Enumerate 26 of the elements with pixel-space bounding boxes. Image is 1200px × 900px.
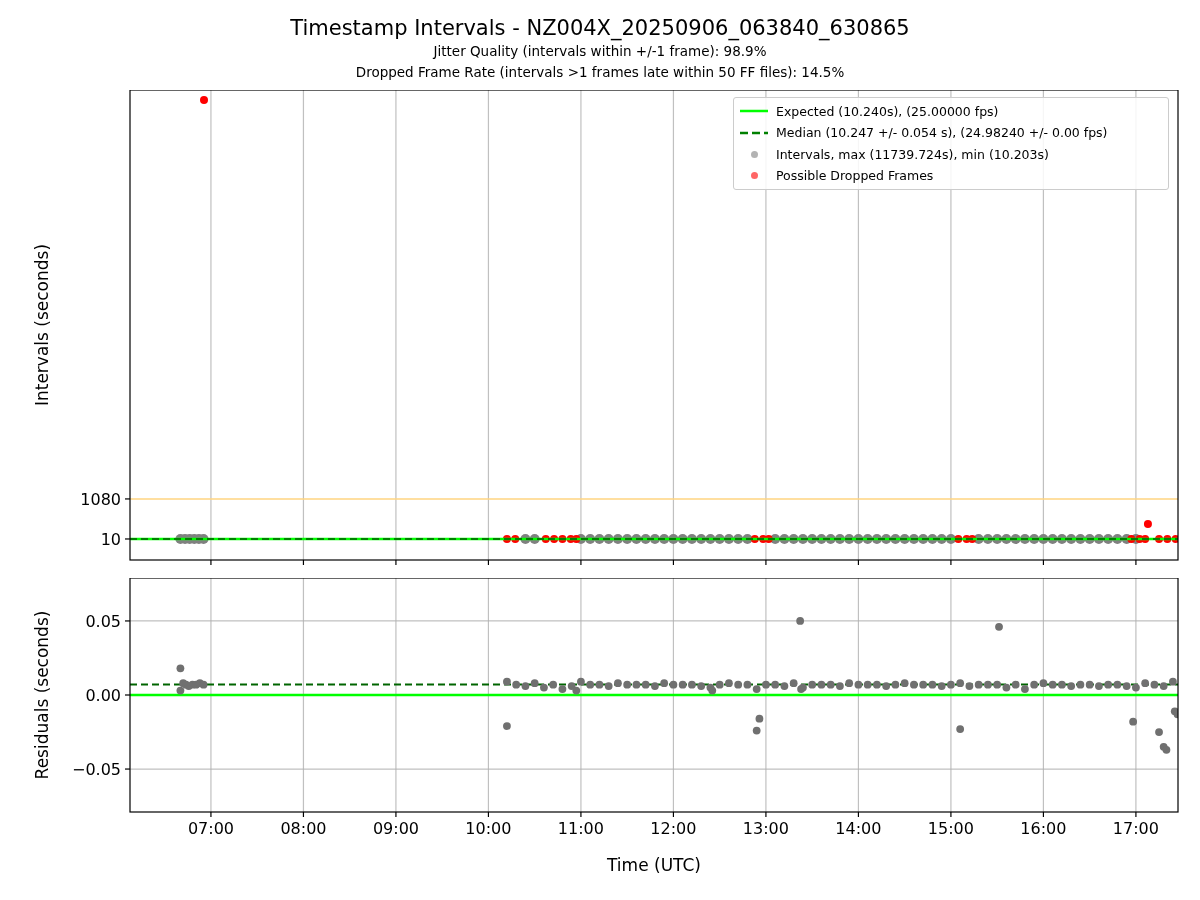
y-tick-label: −0.05 (71, 760, 121, 780)
y-tick-label: 0.05 (85, 611, 121, 631)
x-tick-label: 10:00 (465, 819, 512, 838)
y-axis-label: Intervals (seconds) (32, 243, 52, 407)
y-tick-label: 1080 (80, 489, 121, 509)
legend-label: Intervals, max (11739.724s), min (10.203s) (776, 146, 1049, 162)
x-tick-label: 11:00 (557, 819, 604, 838)
x-tick-label: 14:00 (835, 819, 882, 838)
chart-subtitle: Dropped Frame Rate (intervals >1 frames late within 50 FF files): 14.5% (355, 63, 845, 82)
x-tick-label: 08:00 (280, 819, 327, 838)
x-axis-label: Time (UTC) (607, 855, 701, 875)
x-tick-label: 09:00 (372, 819, 419, 838)
x-tick-label: 15:00 (927, 819, 974, 838)
legend-label: Possible Dropped Frames (776, 168, 934, 184)
x-tick-label: 12:00 (650, 819, 697, 838)
x-tick-label: 16:00 (1020, 819, 1067, 838)
x-tick-label: 13:00 (742, 819, 789, 838)
chart-title: Timestamp Intervals - NZ004X_20250906_063840_630865 (290, 15, 910, 41)
chart-subtitle: Jitter Quality (intervals within +/-1 frame): 98.9% (433, 42, 767, 61)
legend-label: Expected (10.240s), (25.00000 fps) (776, 103, 999, 119)
x-tick-label: 07:00 (187, 819, 234, 838)
y-tick-label: 10 (100, 529, 121, 549)
x-tick-label: 17:00 (1112, 819, 1159, 838)
y-axis-label: Residuals (seconds) (32, 610, 52, 780)
y-tick-label: 0.00 (85, 686, 121, 705)
legend-label: Median (10.247 +/- 0.054 s), (24.98240 +/- 0.00 fps) (776, 125, 1108, 141)
